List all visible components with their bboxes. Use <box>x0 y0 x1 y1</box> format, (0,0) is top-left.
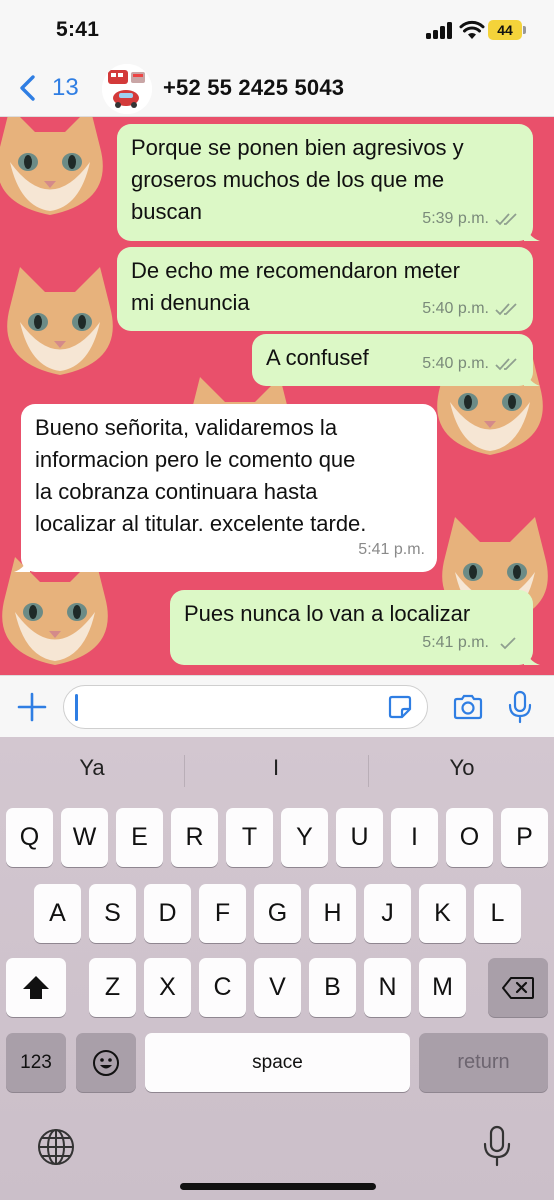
microphone-icon[interactable] <box>507 690 533 724</box>
shift-icon <box>23 975 49 999</box>
key-k[interactable]: K <box>419 884 466 943</box>
key-e[interactable]: E <box>116 808 163 867</box>
message-bubble-outgoing[interactable]: A confusef 5:40 p.m. <box>252 334 540 386</box>
wifi-icon <box>459 20 485 39</box>
key-b[interactable]: B <box>309 958 356 1017</box>
message-meta: 5:41 p.m. <box>422 627 521 659</box>
contact-name[interactable]: +52 55 2425 5043 <box>163 75 344 101</box>
status-bar: 5:41 44 <box>0 0 554 62</box>
emoji-key[interactable] <box>76 1033 136 1092</box>
home-indicator[interactable] <box>180 1183 376 1190</box>
shift-key[interactable] <box>6 958 66 1017</box>
key-o[interactable]: O <box>446 808 493 867</box>
message-time: 5:40 p.m. <box>422 300 489 317</box>
unread-count: 13 <box>52 74 79 101</box>
message-bubble-outgoing[interactable]: Porque se ponen bien agresivos y grosero… <box>117 124 540 241</box>
delete-icon <box>502 976 534 999</box>
camera-icon[interactable] <box>452 692 484 722</box>
wallpaper-cat-2 <box>7 267 113 375</box>
bubble-tail <box>524 647 540 665</box>
key-w[interactable]: W <box>61 808 108 867</box>
message-meta: 5:39 p.m. <box>422 203 521 235</box>
space-key[interactable]: space <box>145 1033 410 1092</box>
message-time: 5:41 p.m. <box>422 634 489 651</box>
suggestion-3[interactable]: Yo <box>372 755 552 781</box>
return-key[interactable]: return <box>419 1033 548 1092</box>
key-p[interactable]: P <box>501 808 548 867</box>
bubble-tail <box>524 368 540 386</box>
suggestion-1[interactable]: Ya <box>2 755 182 781</box>
double-check-read-icon <box>495 303 517 316</box>
chat-header: 13 +52 55 2425 5043 <box>0 62 554 117</box>
key-m[interactable]: M <box>419 958 466 1017</box>
message-meta: 5:40 p.m. <box>422 293 521 325</box>
key-a[interactable]: A <box>34 884 81 943</box>
double-check-read-icon <box>495 213 517 226</box>
key-z[interactable]: Z <box>89 958 136 1017</box>
key-s[interactable]: S <box>89 884 136 943</box>
bubble-tail <box>14 554 30 572</box>
wallpaper-cat-1 <box>0 117 103 215</box>
avatar-image <box>102 64 152 114</box>
battery-icon: 44 <box>488 20 522 40</box>
message-input[interactable] <box>63 685 428 729</box>
message-bubble-incoming[interactable]: Bueno señorita, validaremos la informaci… <box>14 404 437 572</box>
message-bubble-outgoing[interactable]: Pues nunca lo van a localizar 5:41 p.m. <box>170 590 540 665</box>
message-time: 5:39 p.m. <box>422 210 489 227</box>
key-j[interactable]: J <box>364 884 411 943</box>
status-time: 5:41 <box>56 18 100 41</box>
suggestion-divider <box>368 755 369 787</box>
message-text: Bueno señorita, validaremos la informaci… <box>35 415 367 536</box>
chevron-left-icon <box>20 75 35 101</box>
message-bubble-outgoing[interactable]: De echo me recomendaron meter mi denunci… <box>117 247 533 331</box>
cellular-signal-icon <box>426 22 454 39</box>
back-button[interactable]: 13 <box>14 70 79 106</box>
chat-area[interactable]: Porque se ponen bien agresivos y grosero… <box>0 117 554 675</box>
globe-icon[interactable] <box>36 1127 76 1167</box>
suggestion-2[interactable]: I <box>186 755 366 781</box>
plus-icon[interactable] <box>16 691 48 723</box>
suggestion-divider <box>184 755 185 787</box>
avatar[interactable] <box>102 64 152 114</box>
bubble-tail <box>524 223 540 241</box>
delete-key[interactable] <box>488 958 548 1017</box>
key-n[interactable]: N <box>364 958 411 1017</box>
key-u[interactable]: U <box>336 808 383 867</box>
key-q[interactable]: Q <box>6 808 53 867</box>
sticker-icon[interactable] <box>387 694 413 720</box>
message-time: 5:41 p.m. <box>358 541 425 558</box>
message-time: 5:40 p.m. <box>422 355 489 372</box>
key-d[interactable]: D <box>144 884 191 943</box>
dictation-icon[interactable] <box>482 1125 512 1167</box>
battery-tip <box>523 26 526 34</box>
key-t[interactable]: T <box>226 808 273 867</box>
key-r[interactable]: R <box>171 808 218 867</box>
numbers-key[interactable]: 123 <box>6 1033 66 1092</box>
key-c[interactable]: C <box>199 958 246 1017</box>
message-meta: 5:41 p.m. <box>358 534 425 566</box>
emoji-icon <box>93 1049 119 1076</box>
message-input-bar <box>0 675 554 737</box>
key-x[interactable]: X <box>144 958 191 1017</box>
wallpaper-cat-5 <box>2 557 108 665</box>
key-g[interactable]: G <box>254 884 301 943</box>
key-l[interactable]: L <box>474 884 521 943</box>
keyboard: Ya I Yo Q W E R T Y U I O P A S D F G H … <box>0 737 554 1200</box>
key-f[interactable]: F <box>199 884 246 943</box>
key-i[interactable]: I <box>391 808 438 867</box>
single-check-sent-icon <box>500 637 516 650</box>
key-h[interactable]: H <box>309 884 356 943</box>
key-y[interactable]: Y <box>281 808 328 867</box>
message-meta: 5:40 p.m. <box>422 348 521 380</box>
double-check-read-icon <box>495 358 517 371</box>
message-text: Pues nunca lo van a localizar <box>184 601 471 626</box>
key-v[interactable]: V <box>254 958 301 1017</box>
